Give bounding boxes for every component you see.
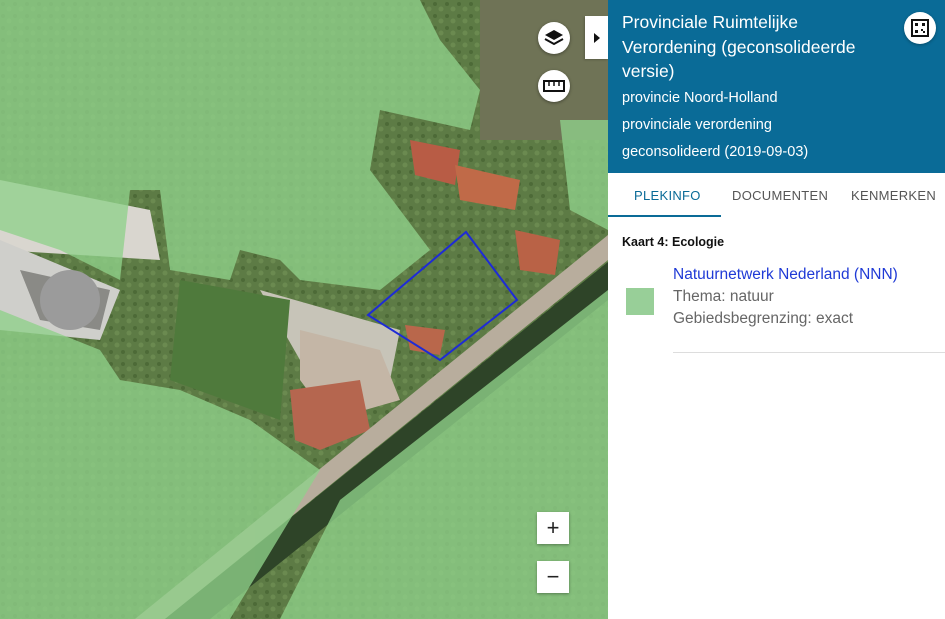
rule-link[interactable]: Natuurnetwerk Nederland (NNN) <box>673 266 898 284</box>
map-view[interactable]: + − <box>0 0 608 619</box>
qr-icon <box>911 19 929 37</box>
zoom-out-button[interactable]: − <box>537 561 569 593</box>
plan-status-date: geconsolideerd (2019-09-03) <box>622 144 809 160</box>
ruler-icon <box>543 80 565 92</box>
plan-authority: provincie Noord-Holland <box>622 90 778 106</box>
measure-button[interactable] <box>538 70 570 102</box>
tab-plekinfo[interactable]: PLEKINFO <box>634 188 701 203</box>
legend-swatch <box>626 288 654 315</box>
rule-begrenzing: Gebiedsbegrenzing: exact <box>673 310 854 327</box>
plan-header: Provinciale Ruimtelijke Verordening (gec… <box>608 0 945 173</box>
rule-thema: Thema: natuur <box>673 288 774 305</box>
zoom-in-button[interactable]: + <box>537 512 569 544</box>
caret-right-icon <box>593 32 600 43</box>
active-tab-indicator <box>608 215 721 217</box>
divider <box>673 352 945 353</box>
tab-kenmerken[interactable]: KENMERKEN <box>851 188 936 203</box>
layers-icon <box>544 30 564 46</box>
map-section-title: Kaart 4: Ecologie <box>622 235 725 249</box>
plan-type: provinciale verordening <box>622 117 772 133</box>
panel-tabs: PLEKINFO DOCUMENTEN KENMERKEN <box>608 173 945 217</box>
aerial-map[interactable] <box>0 0 608 619</box>
info-panel: Provinciale Ruimtelijke Verordening (gec… <box>608 0 945 619</box>
panel-collapse-button[interactable] <box>585 16 608 59</box>
layers-button[interactable] <box>538 22 570 54</box>
tab-documenten[interactable]: DOCUMENTEN <box>732 188 828 203</box>
plan-title: Provinciale Ruimtelijke Verordening (gec… <box>622 12 856 81</box>
qr-code-button[interactable] <box>904 12 936 44</box>
